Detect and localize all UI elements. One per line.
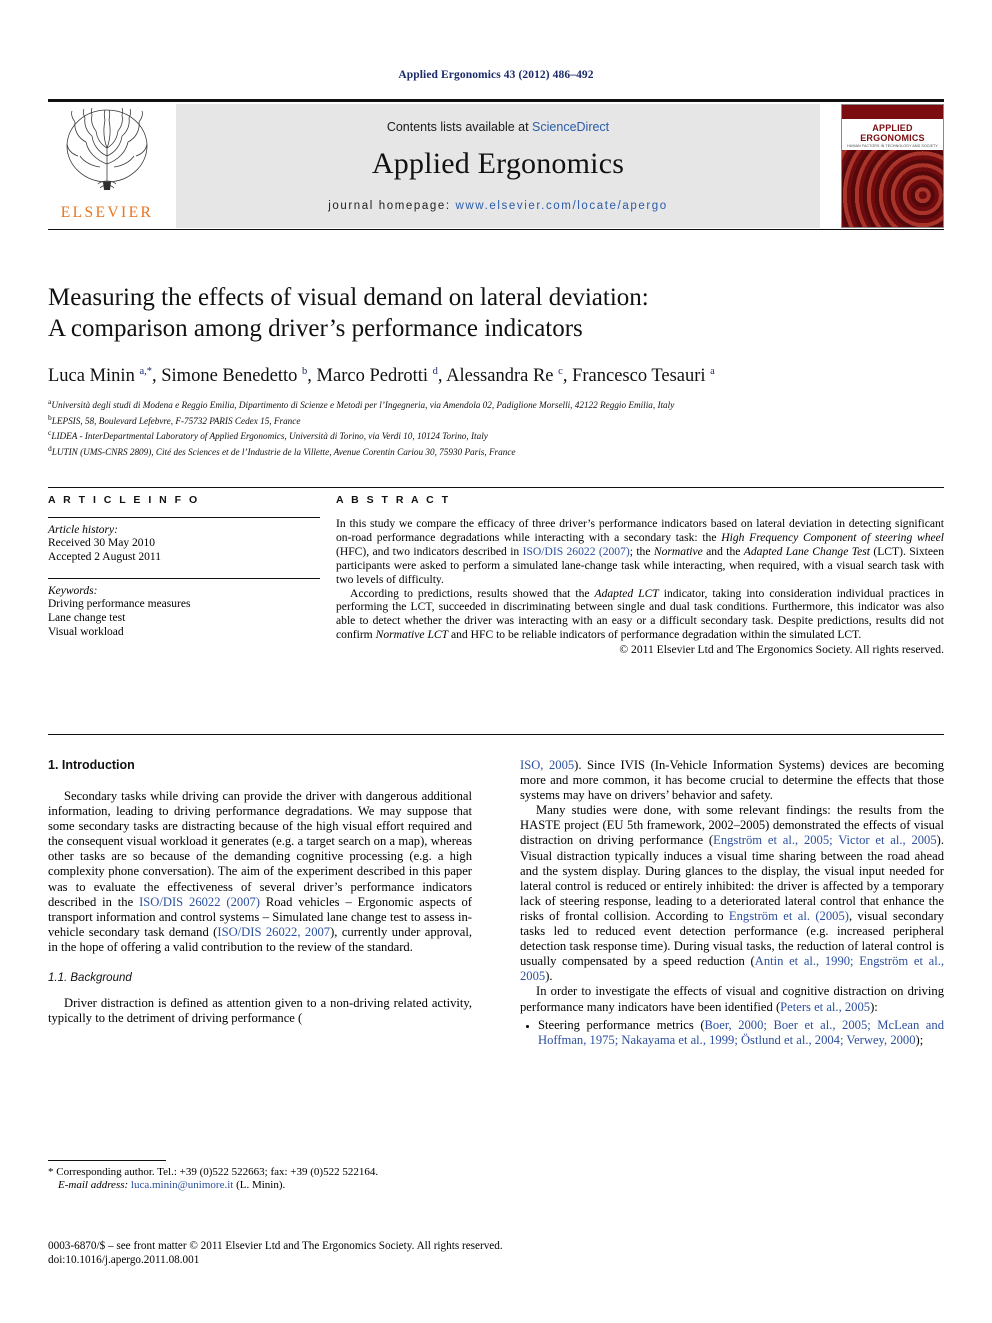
article-info-rule-2: [48, 578, 320, 579]
abstract-italic: Normative LCT: [375, 628, 449, 642]
bottom-matter: 0003-6870/$ – see front matter © 2011 El…: [48, 1240, 648, 1267]
corresponding-author-note: * Corresponding author. Tel.: +39 (0)522…: [48, 1166, 472, 1192]
page-title: Measuring the effects of visual demand o…: [48, 282, 944, 344]
background-paragraph-1-right: ISO, 2005). Since IVIS (In-Vehicle Infor…: [520, 758, 944, 803]
body-text: );: [915, 1032, 924, 1047]
homepage-prefix: journal homepage:: [328, 200, 456, 212]
abstract-body: In this study we compare the efficacy of…: [336, 517, 944, 657]
sciencedirect-link[interactable]: ScienceDirect: [532, 120, 609, 134]
article-history-label: Article history:: [48, 524, 118, 536]
journal-band: Contents lists available at ScienceDirec…: [176, 104, 820, 228]
indicator-bullet-list: Steering performance metrics (Boer, 2000…: [520, 1018, 944, 1048]
affiliation-list: aUniversità degli studi di Modena e Regg…: [48, 396, 944, 459]
abstract-italic: High Frequency Component of steering whe…: [721, 530, 945, 544]
affiliation-item: dLUTIN (UMS-CNRS 2809), Cité des Science…: [48, 444, 516, 458]
abstract-text: According to predictions, results showed…: [350, 586, 595, 600]
keyword-item: Visual workload: [48, 626, 124, 638]
cover-title: APPLIED ERGONOMICS: [860, 123, 925, 143]
abstract-italic: Adapted LCT: [594, 586, 659, 600]
keyword-item: Driving performance measures: [48, 598, 191, 610]
citation-link[interactable]: Engström et al. (2005): [729, 909, 849, 923]
intro-paragraph-1: Secondary tasks while driving can provid…: [48, 789, 472, 955]
abstract-paragraph-2: According to predictions, results showed…: [336, 587, 944, 643]
article-info-rule-1: [48, 517, 320, 518]
abstract-italic: Adapted Lane Change Test: [743, 544, 870, 558]
author-list: Luca Minin a,*, Simone Benedetto b, Marc…: [48, 366, 715, 387]
abstract-text: ; the: [629, 544, 654, 558]
keyword-item: Lane change test: [48, 612, 126, 624]
abstract-paragraph-1: In this study we compare the efficacy of…: [336, 517, 944, 587]
journal-masthead: ELSEVIER Contents lists available at Sci…: [48, 99, 944, 230]
abstract-heading: A B S T R A C T: [336, 494, 451, 506]
email-label: E-mail address:: [58, 1179, 129, 1192]
citation-link[interactable]: Engström et al., 2005; Victor et al., 20…: [713, 833, 937, 847]
body-text: ).: [545, 969, 553, 984]
info-abstract-top-rule: [48, 487, 944, 488]
footnote-block: * Corresponding author. Tel.: +39 (0)522…: [48, 1160, 472, 1192]
body-columns: 1. Introduction Secondary tasks while dr…: [48, 758, 944, 1050]
corresponding-author-line: * Corresponding author. Tel.: +39 (0)522…: [48, 1166, 379, 1178]
background-paragraph-1-left: Driver distraction is defined as attenti…: [48, 996, 472, 1026]
email-line: E-mail address: luca.minin@unimore.it (L…: [48, 1179, 472, 1192]
article-info-column: A R T I C L E I N F O Article history: R…: [48, 494, 336, 657]
affiliation-item: bLEPSIS, 58, Boulevard Lefebvre, F-75732…: [48, 412, 301, 426]
list-item: Steering performance metrics (Boer, 2000…: [538, 1018, 944, 1048]
abstract-column: A B S T R A C T In this study we compare…: [336, 494, 944, 657]
paper-page: Applied Ergonomics 43 (2012) 486–492 ELS…: [0, 0, 992, 1323]
body-text: Steering performance metrics (: [538, 1017, 705, 1032]
homepage-url-link[interactable]: www.elsevier.com/locate/apergo: [455, 200, 667, 212]
body-column-left: 1. Introduction Secondary tasks while dr…: [48, 758, 472, 1050]
elsevier-logo: ELSEVIER: [48, 104, 166, 228]
cover-header-bar: [842, 105, 943, 119]
article-info-heading: A R T I C L E I N F O: [48, 494, 200, 506]
abstract-text: and the: [702, 544, 744, 558]
journal-title: Applied Ergonomics: [371, 147, 625, 180]
body-text: Secondary tasks while driving can provid…: [48, 789, 472, 909]
abstract-text: (HFC), and two indicators described in: [336, 544, 523, 558]
background-paragraph-3: In order to investigate the effects of v…: [520, 984, 944, 1014]
journal-cover-thumbnail: APPLIED ERGONOMICS HUMAN FACTORS IN TECH…: [841, 104, 944, 228]
elsevier-wordmark: ELSEVIER: [60, 204, 154, 221]
running-head: Applied Ergonomics 43 (2012) 486–492: [398, 69, 594, 81]
citation-link[interactable]: ISO, 2005: [520, 758, 574, 772]
section-heading-introduction: 1. Introduction: [48, 758, 135, 772]
title-line-1: Measuring the effects of visual demand o…: [48, 284, 649, 311]
journal-homepage-line: journal homepage: www.elsevier.com/locat…: [176, 200, 820, 212]
article-accepted-date: Accepted 2 August 2011: [48, 551, 161, 563]
title-block: Measuring the effects of visual demand o…: [48, 282, 944, 459]
background-paragraph-2: Many studies were done, with some releva…: [520, 803, 944, 984]
body-text: In order to investigate the effects of v…: [520, 984, 944, 1014]
article-received-date: Received 30 May 2010: [48, 537, 155, 549]
email-link[interactable]: luca.minin@unimore.it: [131, 1179, 233, 1191]
keywords-label: Keywords:: [48, 585, 98, 597]
abstract-copyright: © 2011 Elsevier Ltd and The Ergonomics S…: [619, 643, 944, 657]
citation-link[interactable]: Peters et al., 2005: [780, 1000, 870, 1014]
subsection-heading-background: 1.1. Background: [48, 972, 132, 985]
cover-artwork: [842, 150, 943, 227]
citation-link[interactable]: ISO/DIS 26022 (2007): [523, 545, 630, 558]
body-text: Driver distraction is defined as attenti…: [48, 996, 472, 1026]
body-column-right: ISO, 2005). Since IVIS (In-Vehicle Infor…: [520, 758, 944, 1050]
citation-link[interactable]: ISO/DIS 26022 (2007): [139, 895, 260, 909]
abstract-text: and HFC to be reliable indicators of per…: [448, 628, 862, 642]
footnote-rule: [48, 1160, 166, 1161]
issn-copyright-line: 0003-6870/$ – see front matter © 2011 El…: [48, 1240, 503, 1252]
contents-prefix: Contents lists available at: [386, 120, 533, 134]
doi-line: doi:10.1016/j.apergo.2011.08.001: [48, 1253, 200, 1266]
citation-link[interactable]: ISO/DIS 26022, 2007: [217, 925, 330, 939]
title-line-2: A comparison among driver’s performance …: [48, 315, 583, 342]
info-abstract-section: A R T I C L E I N F O Article history: R…: [48, 487, 944, 657]
masthead-bottom-rule: [48, 229, 944, 230]
cover-subtitle: HUMAN FACTORS IN TECHNOLOGY AND SOCIETY: [847, 144, 938, 148]
abstract-italic: Normative: [653, 544, 703, 558]
elsevier-tree-icon: [48, 104, 166, 196]
affiliation-item: cLIDEA - InterDepartmental Laboratory of…: [48, 428, 488, 442]
body-text: ):: [870, 999, 878, 1014]
email-owner: (L. Minin).: [236, 1179, 286, 1192]
body-text: ). Since IVIS (In-Vehicle Information Sy…: [520, 758, 944, 803]
body-top-rule: [48, 734, 944, 735]
affiliation-item: aUniversità degli studi di Modena e Regg…: [48, 397, 675, 411]
contents-available-line: Contents lists available at ScienceDirec…: [176, 120, 820, 134]
